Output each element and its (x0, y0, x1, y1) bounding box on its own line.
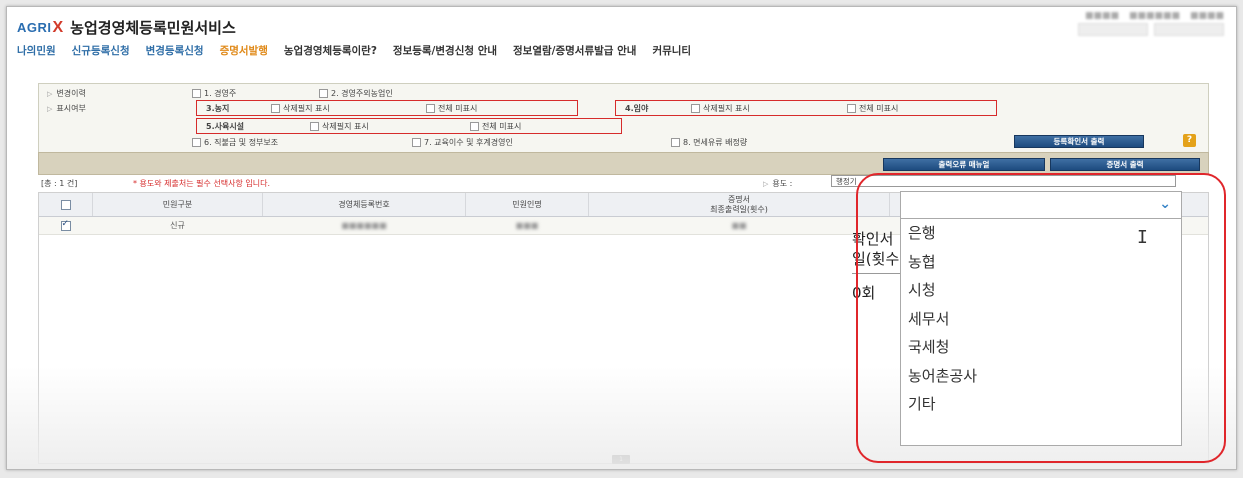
top-right-links: ■■■■ ■■■■■■ ■■■■ (1085, 11, 1224, 21)
pagination-page[interactable]: 1 (612, 455, 630, 464)
row-reg-no: ■■■■■■ (341, 221, 387, 230)
top-button-2[interactable] (1154, 23, 1224, 36)
display-flag-label: ▷ 표시여부 (47, 104, 86, 113)
logo-agri-text: AGRI (17, 20, 52, 35)
select-all-checkbox[interactable] (60, 199, 71, 210)
top-link-1[interactable]: ■■■■ (1085, 11, 1119, 21)
nav-about[interactable]: 농업경영체등록이란? (284, 43, 377, 58)
checkbox-farmland-hide-all[interactable] (426, 104, 435, 113)
site-logo[interactable]: AGRI X 농업경영체등록민원서비스 (17, 17, 236, 38)
action-bar: 출력오류 매뉴얼 증명서 출력 (38, 152, 1209, 175)
header-select-all[interactable] (39, 193, 93, 216)
result-count: [총 : 1 건] (41, 179, 78, 188)
row-checkbox[interactable] (60, 219, 71, 231)
required-warning: * 용도와 제출처는 필수 선택사항 입니다. (133, 179, 271, 188)
checkbox-farmland-show-deleted[interactable] (271, 104, 280, 113)
nav-change-registration[interactable]: 변경등록신청 (146, 43, 204, 58)
header-name: 민원인명 (466, 193, 589, 216)
option-owner[interactable]: 1. 경영주 (192, 88, 236, 99)
option-education[interactable]: 7. 교육이수 및 후계경영인 (412, 137, 513, 148)
livestock-option-group (196, 118, 622, 134)
farmland-option-group (196, 100, 578, 116)
row-checkbox-cell[interactable] (39, 217, 92, 234)
nav-registration-guide[interactable]: 정보등록/변경신청 안내 (393, 43, 497, 58)
row-type: 신규 (170, 221, 185, 230)
bullet-icon: ▷ (47, 89, 53, 98)
top-link-3[interactable]: ■■■■ (1190, 11, 1224, 21)
option-other-farmers[interactable]: 2. 경영주외농업인 (319, 88, 393, 99)
display-options-panel: ▷ 변경이력 ▷ 표시여부 1. 경영주 2. 경영주외농업인 3.농지 삭제필… (38, 83, 1209, 153)
checkbox-subsidy[interactable] (192, 138, 201, 147)
help-icon[interactable]: ? (1183, 134, 1196, 147)
top-right-buttons (1078, 23, 1224, 36)
header-last-printed: 증명서 최종출력일(횟수) (589, 193, 890, 216)
checkbox-forest-hide-all[interactable] (847, 104, 856, 113)
header-type: 민원구분 (93, 193, 263, 216)
change-history-label: ▷ 변경이력 (47, 89, 86, 98)
checkbox-education[interactable] (412, 138, 421, 147)
option-subsidy[interactable]: 6. 직불금 및 정부보조 (192, 137, 278, 148)
option-farmland-hide-all[interactable]: 전체 미표시 (426, 103, 477, 114)
nav-certificate-issue[interactable]: 증명서발행 (220, 43, 268, 58)
main-nav: 나의민원 신규등록신청 변경등록신청 증명서발행 농업경영체등록이란? 정보등록… (17, 43, 707, 58)
nav-issuance-guide[interactable]: 정보열람/증명서류발급 안내 (513, 43, 636, 58)
bullet-icon: ▷ (47, 104, 53, 113)
checkbox-forest-show-deleted[interactable] (691, 104, 700, 113)
option-tax-free-oil[interactable]: 8. 면세유류 배정량 (671, 137, 747, 148)
nav-my-requests[interactable]: 나의민원 (17, 43, 56, 58)
logo-x-mark: X (52, 18, 64, 36)
livestock-label: 5.사육시설 (206, 122, 245, 131)
header-reg-no: 경영체등록번호 (263, 193, 466, 216)
red-highlight-annotation (856, 173, 1226, 463)
row-name: ■■■ (515, 221, 539, 230)
top-link-2[interactable]: ■■■■■■ (1129, 11, 1180, 21)
browser-frame: AGRI X 농업경영체등록민원서비스 ■■■■ ■■■■■■ ■■■■ 나의민… (6, 6, 1237, 470)
option-forest-show-deleted[interactable]: 삭제필지 표시 (691, 103, 750, 114)
checkbox-livestock-show-deleted[interactable] (310, 122, 319, 131)
print-error-manual-button[interactable]: 출력오류 매뉴얼 (883, 158, 1045, 171)
farmland-label: 3.농지 (206, 104, 230, 113)
nav-new-registration[interactable]: 신규등록신청 (72, 43, 130, 58)
option-farmland-show-deleted[interactable]: 삭제필지 표시 (271, 103, 330, 114)
option-forest-hide-all[interactable]: 전체 미표시 (847, 103, 898, 114)
checkbox-tax-free-oil[interactable] (671, 138, 680, 147)
checkbox-owner[interactable] (192, 89, 201, 98)
nav-community[interactable]: 커뮤니티 (652, 43, 691, 58)
print-certificate-button[interactable]: 증명서 출력 (1050, 158, 1200, 171)
forest-option-group (615, 100, 997, 116)
row-last-printed: ■■ (731, 221, 747, 230)
bullet-icon: ▷ (763, 180, 769, 188)
option-livestock-hide-all[interactable]: 전체 미표시 (470, 121, 521, 132)
usage-label: ▷ 용도 : (763, 179, 793, 188)
site-title: 농업경영체등록민원서비스 (70, 19, 236, 37)
top-button-1[interactable] (1078, 23, 1148, 36)
checkbox-livestock-hide-all[interactable] (470, 122, 479, 131)
print-registration-confirm-button[interactable]: 등록확인서 출력 (1014, 135, 1144, 148)
option-livestock-show-deleted[interactable]: 삭제필지 표시 (310, 121, 369, 132)
checkbox-other-farmers[interactable] (319, 89, 328, 98)
forest-label: 4.임야 (625, 104, 649, 113)
